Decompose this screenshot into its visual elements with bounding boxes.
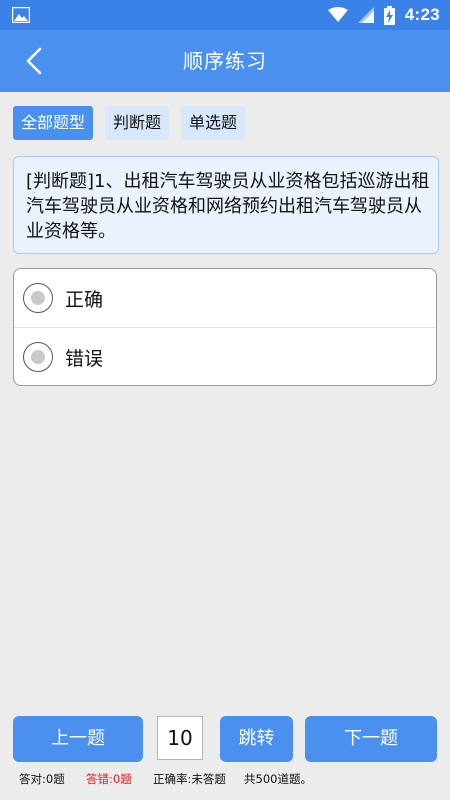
correct-count: 答对:0题 <box>19 772 65 786</box>
answer-options: 正确 错误 <box>13 268 437 386</box>
wrong-count: 答错:0题 <box>86 772 132 786</box>
signal-icon <box>357 7 374 23</box>
option-false[interactable]: 错误 <box>14 327 436 385</box>
radio-button[interactable] <box>23 283 53 313</box>
page-title: 顺序练习 <box>183 49 267 73</box>
wifi-icon <box>327 7 348 22</box>
filter-single-choice[interactable]: 单选题 <box>181 106 246 140</box>
page-number-input[interactable]: 10 <box>157 716 203 760</box>
question-type-filters: 全部题型 判断题 单选题 <box>13 106 246 140</box>
option-label: 错误 <box>65 347 104 370</box>
prev-question-button[interactable]: 上一题 <box>13 716 143 762</box>
battery-charging-icon <box>383 5 395 25</box>
status-bar: 4:23 <box>0 0 450 30</box>
status-time: 4:23 <box>404 5 440 24</box>
accuracy-rate: 正确率:未答题 <box>153 772 226 786</box>
next-question-button[interactable]: 下一题 <box>305 716 437 762</box>
option-label: 正确 <box>65 288 104 311</box>
question-text: [判断题]1、出租汽车驾驶员从业资格包括巡游出租汽车驾驶员从业资格和网络预约出租… <box>13 156 439 254</box>
filter-all-types[interactable]: 全部题型 <box>13 106 94 140</box>
total-questions: 共500道题。 <box>244 772 312 786</box>
answer-stats: 答对:0题 答错:0题 正确率:未答题 共500道题。 <box>0 766 450 792</box>
option-true[interactable]: 正确 <box>14 269 436 327</box>
image-icon <box>12 7 30 23</box>
filter-true-false[interactable]: 判断题 <box>105 106 170 140</box>
app-bar: 顺序练习 <box>0 30 450 92</box>
radio-button[interactable] <box>23 342 53 372</box>
jump-button[interactable]: 跳转 <box>220 716 293 762</box>
